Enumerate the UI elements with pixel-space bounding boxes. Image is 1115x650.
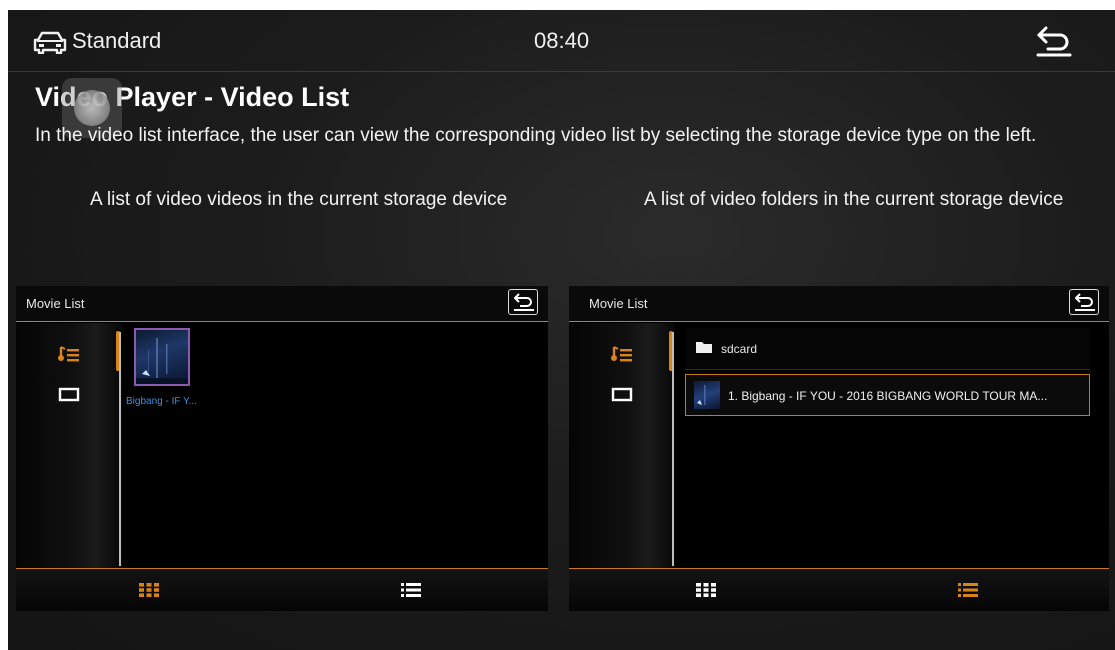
storage-sidebar — [16, 323, 122, 568]
folder-label: sdcard — [721, 342, 758, 356]
list-view-icon[interactable] — [400, 582, 422, 598]
panel-title: Movie List — [26, 296, 85, 311]
divider — [672, 332, 674, 566]
file-label: 1. Bigbang - IF YOU - 2016 BIGBANG WORLD… — [728, 389, 1048, 403]
back-arrow-icon — [1075, 293, 1095, 311]
list-view-icon[interactable] — [957, 582, 979, 598]
car-icon — [33, 31, 67, 54]
video-tile[interactable]: Bigbang - IF Y... — [126, 324, 216, 414]
mode-label[interactable]: Standard — [72, 28, 161, 54]
music-list-icon[interactable] — [611, 345, 633, 363]
folder-icon — [696, 342, 712, 353]
divider — [119, 332, 121, 566]
status-bar: Standard 08:40 — [8, 10, 1115, 72]
panel-title: Movie List — [589, 296, 648, 311]
back-arrow-icon — [514, 293, 534, 311]
view-toggle-bar — [569, 568, 1109, 611]
folder-row[interactable]: sdcard — [685, 328, 1090, 370]
panel-back-button[interactable] — [508, 289, 538, 315]
panel-header: Movie List — [16, 286, 548, 322]
folder-list: sdcard 1. Bigbang - IF YOU - 2016 BIGBAN… — [685, 324, 1109, 568]
screen-icon[interactable] — [611, 385, 633, 403]
thumbnail-image — [697, 385, 706, 405]
video-grid-panel: Movie List Bigbang - IF Y... — [16, 286, 548, 611]
video-thumbnail — [134, 328, 190, 386]
view-toggle-bar — [16, 568, 548, 611]
screen: Standard 08:40 Video Player - Video List… — [8, 10, 1115, 650]
music-list-icon[interactable] — [58, 345, 80, 363]
panel-header: Movie List — [569, 286, 1109, 322]
video-thumbnail — [694, 381, 720, 409]
caption-left: A list of video videos in the current st… — [90, 189, 508, 210]
grid-view-icon[interactable] — [138, 582, 160, 598]
video-grid: Bigbang - IF Y... — [126, 324, 548, 568]
folder-list-panel: Movie List sdcard 1. Bigbang - IF YOU - … — [569, 286, 1109, 611]
back-arrow-icon[interactable] — [1034, 24, 1074, 58]
video-title: Bigbang - IF Y... — [126, 396, 197, 407]
caption-right: A list of video folders in the current s… — [644, 189, 1064, 210]
thumbnail-image — [136, 338, 188, 384]
grid-view-icon[interactable] — [695, 582, 717, 598]
panel-back-button[interactable] — [1069, 289, 1099, 315]
intro-text: In the video list interface, the user ca… — [35, 125, 1037, 146]
clock: 08:40 — [534, 28, 590, 53]
file-row[interactable]: 1. Bigbang - IF YOU - 2016 BIGBANG WORLD… — [685, 374, 1090, 416]
storage-sidebar — [569, 323, 675, 568]
screen-icon[interactable] — [58, 385, 80, 403]
